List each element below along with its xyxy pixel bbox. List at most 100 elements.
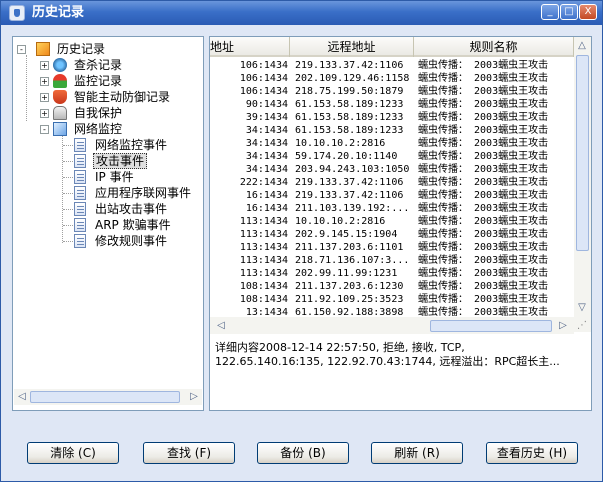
defense-icon (53, 90, 67, 104)
remote-address-cell: 202.99.11.99:1231 (295, 268, 398, 279)
table-vertical-scrollbar[interactable]: △ ▽ (574, 37, 591, 332)
rule-name-cell: 蠕虫传播： 2003蠕虫王攻击 (418, 99, 549, 110)
umbrella-icon (53, 74, 67, 88)
rule-name-cell: 蠕虫传播： 2003蠕虫王攻击 (418, 73, 549, 84)
scroll-right-icon[interactable]: ▷ (187, 390, 201, 404)
scroll-thumb[interactable] (30, 391, 180, 403)
document-icon (74, 186, 86, 200)
table-row[interactable]: 34:1434 10.10.10.2:2816 蠕虫传播： 2003蠕虫王攻击 (210, 137, 574, 150)
remote-address-cell: 211.137.203.6:1101 (295, 242, 404, 253)
scroll-down-icon[interactable]: ▽ (575, 301, 589, 315)
view-history-button[interactable]: 查看历史 (H) (486, 442, 578, 464)
backup-button[interactable]: 备份 (B) (257, 442, 349, 464)
scroll-thumb[interactable] (430, 320, 552, 332)
find-button[interactable]: 查找 (F) (143, 442, 235, 464)
remote-address-cell: 219.133.37.42:1106 (295, 177, 404, 188)
table-row[interactable]: 34:1434 61.153.58.189:1233 蠕虫传播： 2003蠕虫王攻击 (210, 124, 574, 137)
table-row[interactable]: 16:1434 219.133.37.42:1106 蠕虫传播： 2003蠕虫王攻击 (210, 189, 574, 202)
rule-name-cell: 蠕虫传播： 2003蠕虫王攻击 (418, 216, 549, 227)
table-row[interactable]: 34:1434 59.174.20.10:1140 蠕虫传播： 2003蠕虫王攻击 (210, 150, 574, 163)
rule-name-cell: 蠕虫传播： 2003蠕虫王攻击 (418, 281, 549, 292)
table-row[interactable]: 39:1434 61.153.58.189:1233 蠕虫传播： 2003蠕虫王攻击 (210, 111, 574, 124)
tree-item-label: 网络监控 (74, 122, 123, 136)
scroll-left-icon[interactable]: ◁ (214, 319, 228, 333)
rule-name-cell: 蠕虫传播： 2003蠕虫王攻击 (418, 177, 549, 188)
column-header-remote-address[interactable]: 远程地址 (290, 37, 414, 57)
collapse-icon[interactable]: - (17, 45, 26, 54)
table-row[interactable]: 113:1434 202.9.145.15:1904 蠕虫传播： 2003蠕虫王攻击 (210, 228, 574, 241)
lock-icon (53, 106, 67, 120)
scroll-right-icon[interactable]: ▷ (556, 319, 570, 333)
document-icon (74, 154, 86, 168)
event-table[interactable]: 地址 远程地址 规则名称 106:1434 219.133.37.42:1106 蠕… (210, 37, 574, 317)
tree-item-label: 历史记录 (57, 42, 106, 56)
collapse-icon[interactable]: - (40, 125, 49, 134)
local-address-cell: 106:1434 (239, 86, 288, 97)
scroll-left-icon[interactable]: ◁ (15, 390, 29, 404)
table-row[interactable]: 113:1434 211.137.203.6:1101 蠕虫传播： 2003蠕虫王攻… (210, 241, 574, 254)
remote-address-cell: 211.92.109.25:3523 (295, 294, 404, 305)
remote-address-cell: 211.103.139.192:... (295, 203, 410, 214)
minimize-button[interactable]: _ (541, 4, 559, 20)
remote-address-cell: 203.94.243.103:1050 (295, 164, 410, 175)
column-header-local-address[interactable]: 地址 (210, 37, 290, 57)
rule-name-cell: 蠕虫传播： 2003蠕虫王攻击 (418, 60, 549, 71)
table-header: 地址 远程地址 规则名称 (210, 37, 574, 57)
tree-item-label: 修改规则事件 (95, 234, 168, 248)
rule-name-cell: 蠕虫传播： 2003蠕虫王攻击 (418, 307, 549, 317)
local-address-cell: 16:1434 (245, 203, 288, 214)
local-address-cell: 108:1434 (239, 294, 288, 305)
table-horizontal-scrollbar[interactable]: ◁ ▷ (210, 317, 574, 334)
scroll-thumb[interactable] (576, 55, 589, 251)
rule-name-cell: 蠕虫传播： 2003蠕虫王攻击 (418, 112, 549, 123)
scroll-up-icon[interactable]: △ (575, 39, 589, 53)
rule-name-cell: 蠕虫传播： 2003蠕虫王攻击 (418, 242, 549, 253)
table-row[interactable]: 113:1434 10.10.10.2:2816 蠕虫传播： 2003蠕虫王攻击 (210, 215, 574, 228)
table-row[interactable]: 13:1434 61.150.92.188:3898 蠕虫传播： 2003蠕虫王攻击 (210, 306, 574, 317)
scan-icon (53, 58, 67, 72)
remote-address-cell: 219.133.37.42:1106 (295, 190, 404, 201)
table-row[interactable]: 106:1434 218.75.199.50:1879 蠕虫传播： 2003蠕虫王攻… (210, 85, 574, 98)
table-row[interactable]: 108:1434 211.92.109.25:3523 蠕虫传播： 2003蠕虫王攻… (210, 293, 574, 306)
expand-icon[interactable]: + (40, 77, 49, 86)
history-window: 历史记录 _ □ X - 历史记录 + 查杀记录 + 监控记录 + 智能主动防御… (0, 0, 603, 482)
expand-icon[interactable]: + (40, 109, 49, 118)
tree-item-label: IP 事件 (95, 170, 134, 184)
expand-icon[interactable]: + (40, 93, 49, 102)
table-row[interactable]: 34:1434 203.94.243.103:1050 蠕虫传播： 2003蠕虫王攻… (210, 163, 574, 176)
local-address-cell: 16:1434 (245, 190, 288, 201)
tree-item-label: 网络监控事件 (95, 138, 168, 152)
column-header-rule-name[interactable]: 规则名称 (414, 37, 574, 57)
local-address-cell: 113:1434 (239, 216, 288, 227)
close-button[interactable]: X (579, 4, 597, 20)
table-row[interactable]: 106:1434 202.109.129.46:1158 蠕虫传播： 2003蠕虫王… (210, 72, 574, 85)
remote-address-cell: 61.153.58.189:1233 (295, 125, 404, 136)
local-address-cell: 90:1434 (245, 99, 288, 110)
event-list-panel: 地址 远程地址 规则名称 106:1434 219.133.37.42:1106 蠕… (209, 36, 592, 411)
size-grip-icon: ⋰ (577, 320, 587, 331)
table-row[interactable]: 16:1434 211.103.139.192:... 蠕虫传播： 2003蠕虫王攻… (210, 202, 574, 215)
tree-item-label: 自我保护 (74, 106, 123, 120)
document-icon (74, 170, 86, 184)
expand-icon[interactable]: + (40, 61, 49, 70)
local-address-cell: 34:1434 (245, 151, 288, 162)
rule-name-cell: 蠕虫传播： 2003蠕虫王攻击 (418, 255, 549, 266)
table-row[interactable]: 90:1434 61.153.58.189:1233 蠕虫传播： 2003蠕虫王攻击 (210, 98, 574, 111)
table-row[interactable]: 113:1434 218.71.136.107:3... 蠕虫传播： 2003蠕虫王… (210, 254, 574, 267)
maximize-button[interactable]: □ (560, 4, 578, 20)
history-tree[interactable]: - 历史记录 + 查杀记录 + 监控记录 + 智能主动防御记录 + 自我保护 - (12, 36, 204, 411)
history-folder-icon (36, 42, 50, 56)
tree-horizontal-scrollbar[interactable]: ◁ ▷ (14, 389, 202, 405)
rule-name-cell: 蠕虫传播： 2003蠕虫王攻击 (418, 151, 549, 162)
table-row[interactable]: 106:1434 219.133.37.42:1106 蠕虫传播： 2003蠕虫王攻… (210, 59, 574, 72)
table-row[interactable]: 108:1434 211.137.203.6:1230 蠕虫传播： 2003蠕虫王攻… (210, 280, 574, 293)
title-bar[interactable]: 历史记录 _ □ X (1, 1, 602, 25)
remote-address-cell: 10.10.10.2:2816 (295, 138, 386, 149)
document-icon (74, 138, 86, 152)
event-detail: 详细内容2008-12-14 22:57:50, 拒绝, 接收, TCP, 12… (215, 341, 585, 369)
local-address-cell: 113:1434 (239, 268, 288, 279)
clear-button[interactable]: 清除 (C) (27, 442, 119, 464)
table-row[interactable]: 222:1434 219.133.37.42:1106 蠕虫传播： 2003蠕虫王攻… (210, 176, 574, 189)
refresh-button[interactable]: 刷新 (R) (371, 442, 463, 464)
table-row[interactable]: 113:1434 202.99.11.99:1231 蠕虫传播： 2003蠕虫王攻击 (210, 267, 574, 280)
